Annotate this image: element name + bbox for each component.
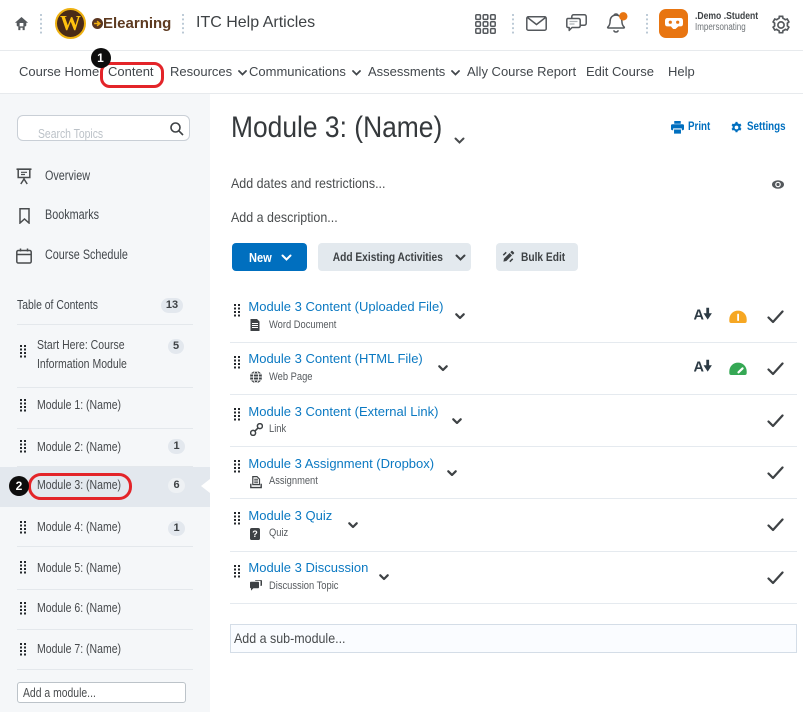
svg-text:?: ? (252, 529, 258, 539)
svg-text:A: A (694, 307, 705, 322)
svg-text:A: A (694, 359, 705, 374)
